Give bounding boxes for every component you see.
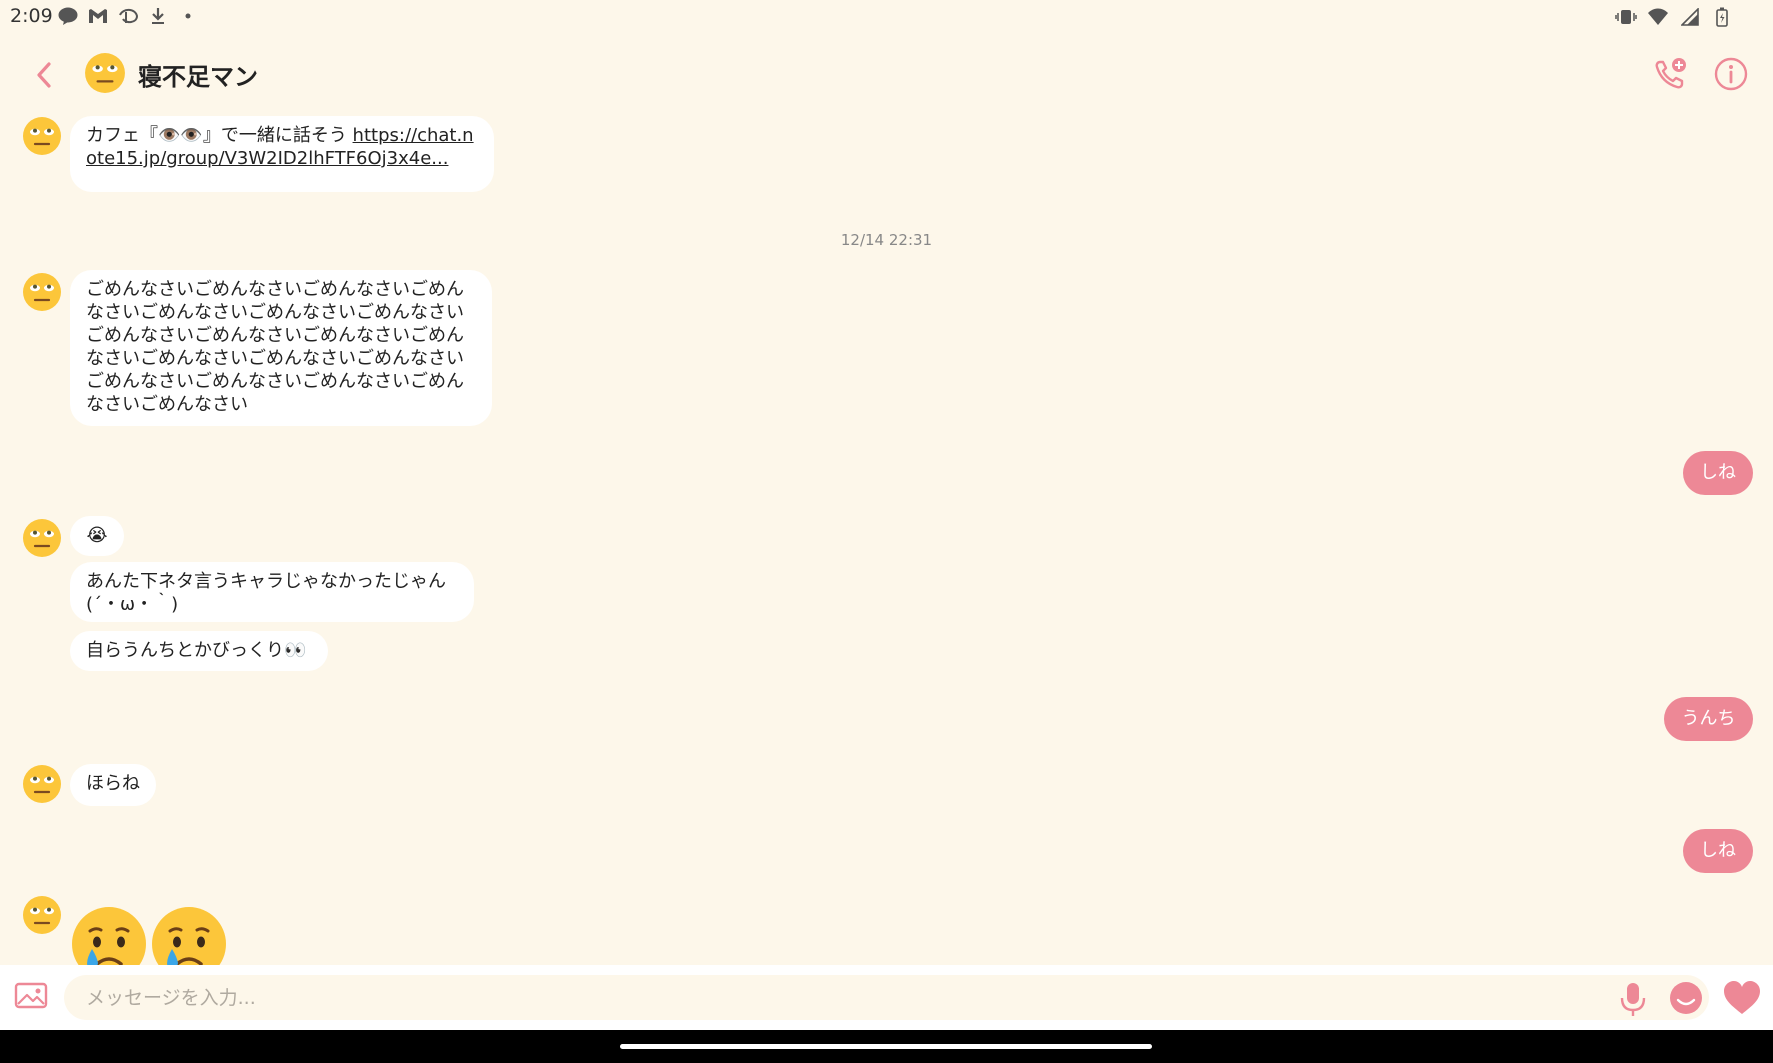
disney-plus-icon (117, 5, 139, 27)
signal-icon (1679, 6, 1701, 28)
message-input[interactable] (64, 975, 1709, 1020)
wifi-icon (1647, 6, 1669, 28)
dot-icon (177, 5, 199, 27)
sender-avatar[interactable] (22, 764, 62, 804)
line-icon (57, 5, 79, 27)
message-text: ほらね (86, 773, 140, 794)
status-time: 2:09 (10, 5, 53, 27)
crying-face-emoji (152, 907, 226, 965)
header-avatar[interactable] (84, 52, 126, 94)
info-icon (1714, 57, 1748, 91)
image-button[interactable] (14, 980, 50, 1014)
message-text: 😭 (86, 525, 108, 546)
info-button[interactable] (1713, 56, 1749, 92)
vibrate-icon (1615, 6, 1637, 28)
message-list[interactable]: カフェ『👁️👁️』で一緒に話そう https://chat.note15.jp/… (0, 110, 1773, 965)
message-timestamp: 12/14 22:31 (840, 231, 933, 249)
message-bubble[interactable]: 😭 (70, 516, 124, 556)
sender-avatar[interactable] (22, 518, 62, 558)
sender-avatar[interactable] (22, 116, 62, 156)
heart-icon (1724, 981, 1760, 1014)
phone-plus-icon (1655, 58, 1686, 89)
sender-avatar[interactable] (22, 895, 62, 935)
notification-icons (57, 5, 199, 27)
sent-message-bubble[interactable]: しね (1683, 451, 1753, 495)
home-gesture-handle[interactable] (620, 1044, 1152, 1049)
message-text: ごめんなさいごめんなさいごめんなさいごめんなさいごめんなさいごめんなさいごめんな… (86, 279, 464, 415)
battery-icon (1711, 6, 1733, 28)
message-text: あんた下ネタ言うキャラじゃなかったじゃん(´・ω・｀) (86, 571, 446, 615)
microphone-icon (1620, 983, 1646, 1016)
crying-face-emoji (72, 907, 146, 965)
sent-message-bubble[interactable]: しね (1683, 829, 1753, 873)
download-icon (147, 5, 169, 27)
big-emoji-message[interactable]: 😢😢 (70, 905, 230, 965)
message-bubble[interactable]: 自らうんちとかびっくり👀 (70, 631, 328, 671)
message-bubble-invite[interactable]: カフェ『👁️👁️』で一緒に話そう https://chat.note15.jp/… (70, 116, 494, 192)
chat-header: 寝不足マン (0, 40, 1773, 110)
sent-message-bubble[interactable]: うんち (1664, 697, 1753, 741)
like-button[interactable] (1722, 980, 1762, 1016)
chat-title: 寝不足マン (138, 63, 258, 91)
gmail-icon (87, 5, 109, 27)
emoji-button[interactable] (1668, 980, 1704, 1016)
message-bubble[interactable]: ほらね (70, 764, 156, 806)
sender-avatar[interactable] (22, 272, 62, 312)
status-bar: 2:09 (0, 0, 1773, 32)
message-text: 自らうんちとかびっくり👀 (86, 640, 307, 661)
message-bubble[interactable]: ごめんなさいごめんなさいごめんなさいごめんなさいごめんなさいごめんなさいごめんな… (70, 270, 492, 426)
message-input-bar (0, 965, 1773, 1030)
add-call-button[interactable] (1652, 56, 1688, 92)
message-text: カフェ『👁️👁️』で一緒に話そう (86, 125, 353, 146)
image-icon (14, 982, 48, 1009)
chevron-left-icon (37, 62, 51, 88)
back-button[interactable] (26, 57, 62, 93)
system-icons (1615, 6, 1733, 28)
system-navigation-bar (0, 1030, 1773, 1063)
message-bubble[interactable]: あんた下ネタ言うキャラじゃなかったじゃん(´・ω・｀) (70, 562, 474, 622)
smiley-icon (1670, 982, 1702, 1014)
voice-input-button[interactable] (1617, 981, 1649, 1017)
